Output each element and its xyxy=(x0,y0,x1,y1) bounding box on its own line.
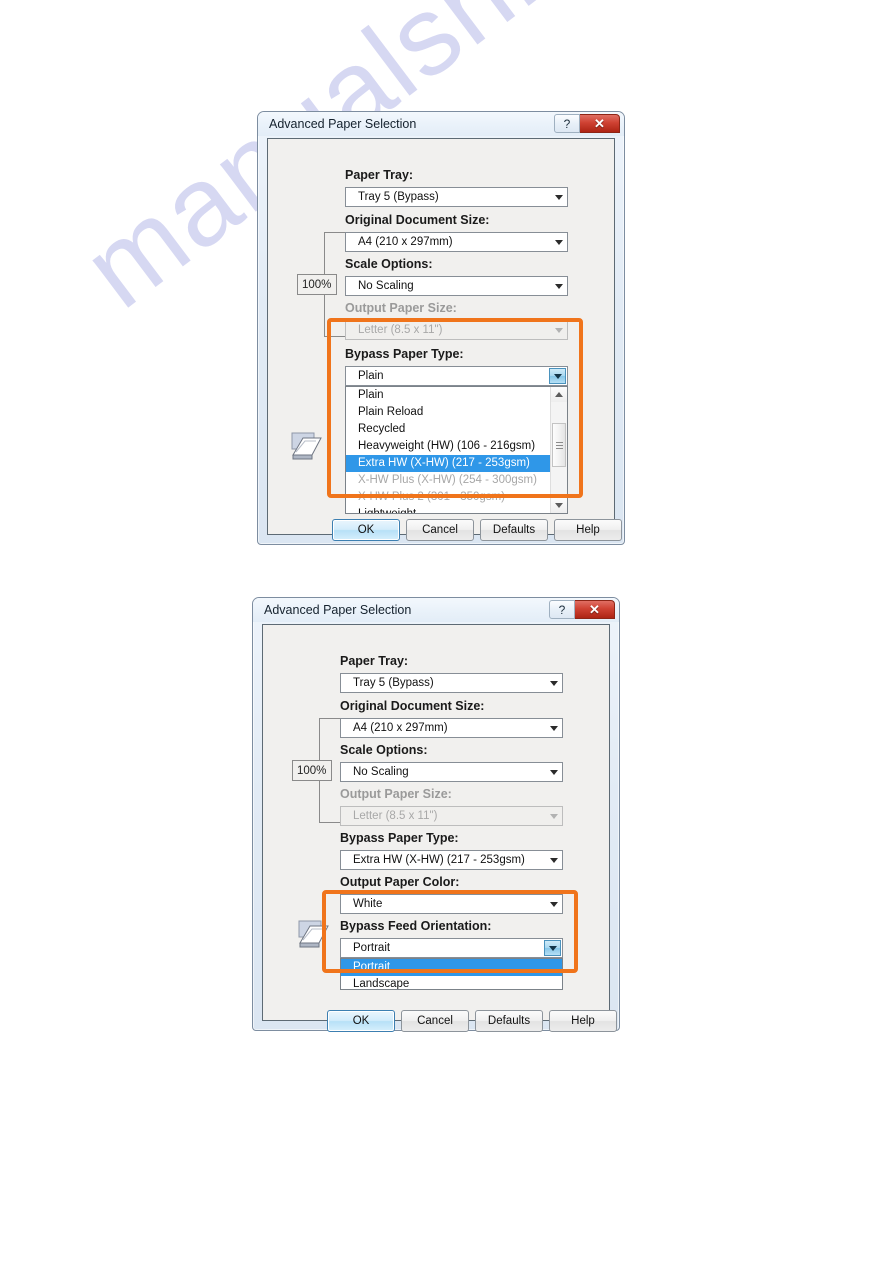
output-paper-color-label: Output Paper Color: xyxy=(340,875,460,889)
bypass-paper-type-value: Extra HW (X-HW) (217 - 253gsm) xyxy=(353,854,525,866)
dialog-1-titlebar[interactable]: Advanced Paper Selection ? ✕ xyxy=(258,112,624,136)
chevron-down-icon[interactable] xyxy=(545,895,562,913)
advanced-paper-selection-dialog-1: Advanced Paper Selection ? ✕ 100% Paper … xyxy=(257,111,625,545)
help-button[interactable]: Help xyxy=(549,1010,617,1032)
chevron-down-icon[interactable] xyxy=(549,368,566,384)
original-document-size-label: Original Document Size: xyxy=(345,213,490,227)
dialog-1-body: 100% Paper Tray: Tray 5 (Bypass) Origina… xyxy=(267,138,622,541)
output-paper-size-label: Output Paper Size: xyxy=(345,301,457,315)
grip-line xyxy=(555,444,563,446)
bypass-tray-icon xyxy=(298,920,329,948)
paper-tray-label: Paper Tray: xyxy=(340,654,409,668)
chevron-down-icon[interactable] xyxy=(544,940,561,956)
chevron-down-icon[interactable] xyxy=(550,233,567,251)
dialog-2-titlebar[interactable]: Advanced Paper Selection ? ✕ xyxy=(253,598,619,622)
output-paper-size-label: Output Paper Size: xyxy=(340,787,452,801)
grip-line xyxy=(555,441,563,443)
output-paper-size-combo: Letter (8.5 x 11") xyxy=(345,320,568,340)
dialog-2-body: 100% Paper Tray: Tray 5 (Bypass) Origina… xyxy=(262,624,617,1032)
chevron-down-icon[interactable] xyxy=(545,851,562,869)
scale-options-label: Scale Options: xyxy=(340,743,428,757)
output-paper-size-combo: Letter (8.5 x 11") xyxy=(340,806,563,826)
bypass-paper-type-combo[interactable]: Extra HW (X-HW) (217 - 253gsm) xyxy=(340,850,563,870)
ok-button[interactable]: OK xyxy=(327,1010,395,1032)
paper-tray-combo[interactable]: Tray 5 (Bypass) xyxy=(345,187,568,207)
bypass-paper-type-label: Bypass Paper Type: xyxy=(345,347,464,361)
list-item-disabled: X-HW Plus 2 (301 - 350gsm) xyxy=(358,491,505,503)
output-paper-color-combo[interactable]: White xyxy=(340,894,563,914)
chevron-down-icon xyxy=(545,807,562,825)
original-document-size-combo[interactable]: A4 (210 x 297mm) xyxy=(340,718,563,738)
close-icon[interactable]: ✕ xyxy=(580,114,620,133)
list-item[interactable]: Plain xyxy=(346,387,567,404)
chevron-down-icon[interactable] xyxy=(550,188,567,206)
list-item[interactable]: Recycled xyxy=(346,421,567,438)
list-item-selected[interactable]: Extra HW (X-HW) (217 - 253gsm) xyxy=(346,455,567,472)
list-item-disabled: X-HW Plus (X-HW) (254 - 300gsm) xyxy=(358,474,537,486)
original-document-size-value: A4 (210 x 297mm) xyxy=(358,236,453,248)
bypass-feed-orientation-label: Bypass Feed Orientation: xyxy=(340,919,492,933)
grip-line xyxy=(555,447,563,449)
bypass-feed-orientation-value: Portrait xyxy=(353,942,391,954)
chevron-down-icon[interactable] xyxy=(545,719,562,737)
ok-button[interactable]: OK xyxy=(332,519,400,541)
scroll-down-arrow-icon[interactable] xyxy=(551,498,567,513)
advanced-paper-selection-dialog-2: Advanced Paper Selection ? ✕ 100% Paper … xyxy=(252,597,620,1032)
list-item[interactable]: Lightweight xyxy=(346,506,567,513)
help-question-mark-glyph: ? xyxy=(563,116,571,131)
output-paper-size-value: Letter (8.5 x 11") xyxy=(358,324,443,336)
list-item[interactable]: Heavyweight (HW) (106 - 216gsm) xyxy=(346,438,567,455)
scale-percent-box: 100% xyxy=(297,274,337,295)
bypass-paper-type-label: Bypass Paper Type: xyxy=(340,831,459,845)
original-document-size-label: Original Document Size: xyxy=(340,699,485,713)
dialog-1-title-buttons: ? ✕ xyxy=(554,114,620,133)
help-button[interactable]: Help xyxy=(554,519,622,541)
scrollbar-thumb[interactable] xyxy=(552,423,566,467)
chevron-down-icon[interactable] xyxy=(550,277,567,295)
bypass-feed-orientation-combo[interactable]: Portrait xyxy=(340,938,563,958)
cancel-button[interactable]: Cancel xyxy=(406,519,474,541)
bypass-paper-type-combo[interactable]: Plain xyxy=(345,366,568,386)
list-item[interactable]: Landscape xyxy=(341,976,562,989)
paper-tray-combo[interactable]: Tray 5 (Bypass) xyxy=(340,673,563,693)
scale-options-value: No Scaling xyxy=(358,280,414,292)
dialog-1-title: Advanced Paper Selection xyxy=(269,117,417,131)
scale-options-label: Scale Options: xyxy=(345,257,433,271)
chevron-down-icon[interactable] xyxy=(545,763,562,781)
close-icon[interactable]: ✕ xyxy=(575,600,615,619)
chevron-down-icon xyxy=(550,321,567,339)
original-document-size-combo[interactable]: A4 (210 x 297mm) xyxy=(345,232,568,252)
bypass-tray-icon xyxy=(291,432,322,460)
bypass-paper-type-value: Plain xyxy=(358,370,384,382)
defaults-button[interactable]: Defaults xyxy=(480,519,548,541)
bypass-feed-orientation-dropdown-list[interactable]: Portrait Landscape xyxy=(340,958,563,990)
scale-percent-box: 100% xyxy=(292,760,332,781)
scale-options-combo[interactable]: No Scaling xyxy=(345,276,568,296)
list-item-selected[interactable]: Portrait xyxy=(341,959,562,976)
help-icon[interactable]: ? xyxy=(554,114,580,133)
scroll-up-arrow-icon[interactable] xyxy=(551,387,567,402)
paper-tray-value: Tray 5 (Bypass) xyxy=(353,677,434,689)
cancel-button[interactable]: Cancel xyxy=(401,1010,469,1032)
help-question-mark-glyph: ? xyxy=(558,602,566,617)
dialog-2-title: Advanced Paper Selection xyxy=(264,603,412,617)
original-document-size-value: A4 (210 x 297mm) xyxy=(353,722,448,734)
paper-tray-value: Tray 5 (Bypass) xyxy=(358,191,439,203)
defaults-button[interactable]: Defaults xyxy=(475,1010,543,1032)
dropdown-scrollbar[interactable] xyxy=(550,387,567,513)
paper-tray-label: Paper Tray: xyxy=(345,168,414,182)
list-item[interactable]: Plain Reload xyxy=(346,404,567,421)
scale-options-value: No Scaling xyxy=(353,766,409,778)
output-paper-size-value: Letter (8.5 x 11") xyxy=(353,810,438,822)
chevron-down-icon[interactable] xyxy=(545,674,562,692)
help-icon[interactable]: ? xyxy=(549,600,575,619)
dialog-2-title-buttons: ? ✕ xyxy=(549,600,615,619)
output-paper-color-value: White xyxy=(353,898,383,910)
scale-options-combo[interactable]: No Scaling xyxy=(340,762,563,782)
bypass-paper-type-dropdown-list[interactable]: Plain Plain Reload Recycled Heavyweight … xyxy=(345,386,568,514)
